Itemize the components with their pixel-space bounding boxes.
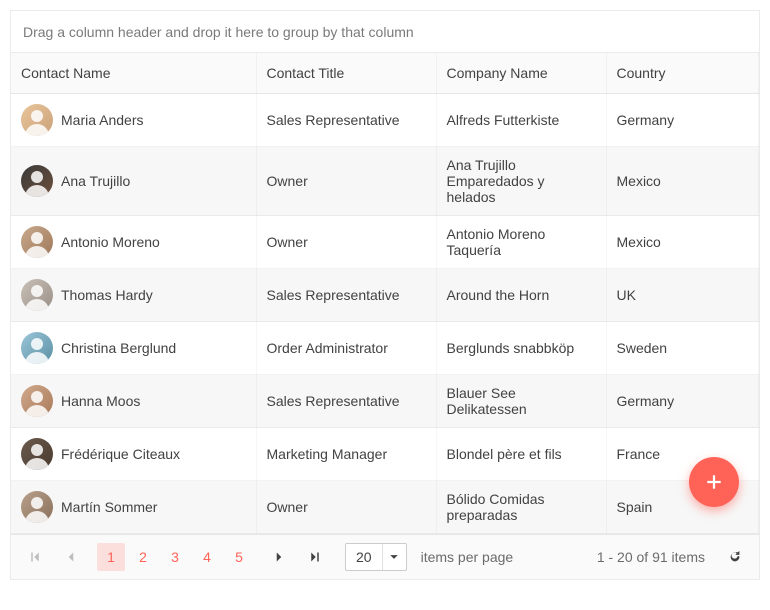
company-name-cell: Alfreds Futterkiste bbox=[436, 94, 606, 147]
contact-name-text: Martín Sommer bbox=[61, 499, 157, 515]
plus-icon bbox=[705, 473, 723, 491]
country-cell: Germany bbox=[606, 94, 759, 147]
avatar bbox=[21, 385, 53, 417]
avatar bbox=[21, 226, 53, 258]
items-per-page-label: items per page bbox=[421, 549, 514, 565]
avatar bbox=[21, 438, 53, 470]
column-header-contact-title[interactable]: Contact Title bbox=[256, 53, 436, 94]
company-name-cell: Berglunds snabbköp bbox=[436, 322, 606, 375]
chevron-down-icon bbox=[382, 544, 406, 570]
first-page-icon bbox=[29, 551, 41, 563]
table-row[interactable]: Martín Sommer OwnerBólido Comidas prepara… bbox=[11, 481, 759, 534]
avatar bbox=[21, 104, 53, 136]
pager-info-label: 1 - 20 of 91 items bbox=[597, 549, 705, 565]
avatar bbox=[21, 491, 53, 523]
column-header-country[interactable]: Country bbox=[606, 53, 759, 94]
contact-title-cell: Owner bbox=[256, 481, 436, 534]
contact-name-text: Antonio Moreno bbox=[61, 234, 160, 250]
country-cell: Mexico bbox=[606, 147, 759, 216]
pager-page-button[interactable]: 2 bbox=[129, 543, 157, 571]
contact-title-cell: Sales Representative bbox=[256, 375, 436, 428]
last-page-icon bbox=[309, 551, 321, 563]
pager-page-button[interactable]: 5 bbox=[225, 543, 253, 571]
grouping-hint-text: Drag a column header and drop it here to… bbox=[23, 24, 414, 40]
pager-last-button[interactable] bbox=[301, 543, 329, 571]
add-fab-button[interactable] bbox=[689, 457, 739, 507]
company-name-cell: Bólido Comidas preparadas bbox=[436, 481, 606, 534]
pager-refresh-button[interactable] bbox=[721, 543, 749, 571]
contact-name-text: Thomas Hardy bbox=[61, 287, 153, 303]
data-grid: Drag a column header and drop it here to… bbox=[10, 10, 760, 580]
pager-next-button[interactable] bbox=[265, 543, 293, 571]
contact-title-cell: Sales Representative bbox=[256, 94, 436, 147]
table-row[interactable]: Christina Berglund Order AdministratorBer… bbox=[11, 322, 759, 375]
company-name-cell: Blauer See Delikatessen bbox=[436, 375, 606, 428]
avatar bbox=[21, 332, 53, 364]
column-header-contact-name[interactable]: Contact Name bbox=[11, 53, 256, 94]
contact-name-text: Christina Berglund bbox=[61, 340, 176, 356]
pager-page-button[interactable]: 4 bbox=[193, 543, 221, 571]
avatar bbox=[21, 165, 53, 197]
pager-page-list: 12345 bbox=[97, 543, 253, 571]
pager-page-button[interactable]: 1 bbox=[97, 543, 125, 571]
contact-name-text: Maria Anders bbox=[61, 112, 143, 128]
table-row[interactable]: Antonio Moreno OwnerAntonio Moreno Taquer… bbox=[11, 216, 759, 269]
contact-title-cell: Sales Representative bbox=[256, 269, 436, 322]
chevron-left-icon bbox=[65, 551, 77, 563]
contact-title-cell: Owner bbox=[256, 147, 436, 216]
grid-table: Contact Name Contact Title Company Name … bbox=[11, 53, 759, 534]
chevron-right-icon bbox=[273, 551, 285, 563]
company-name-cell: Around the Horn bbox=[436, 269, 606, 322]
table-row[interactable]: Ana Trujillo OwnerAna Trujillo Emparedado… bbox=[11, 147, 759, 216]
contact-title-cell: Owner bbox=[256, 216, 436, 269]
pager-first-button[interactable] bbox=[21, 543, 49, 571]
column-header-company-name[interactable]: Company Name bbox=[436, 53, 606, 94]
pager-page-button[interactable]: 3 bbox=[161, 543, 189, 571]
table-row[interactable]: Thomas Hardy Sales RepresentativeAround t… bbox=[11, 269, 759, 322]
country-cell: UK bbox=[606, 269, 759, 322]
pager-prev-button[interactable] bbox=[57, 543, 85, 571]
page-size-dropdown[interactable]: 20 bbox=[345, 543, 407, 571]
country-cell: Mexico bbox=[606, 216, 759, 269]
contact-name-text: Hanna Moos bbox=[61, 393, 140, 409]
refresh-icon bbox=[728, 550, 742, 564]
contact-title-cell: Marketing Manager bbox=[256, 428, 436, 481]
contact-name-text: Frédérique Citeaux bbox=[61, 446, 180, 462]
contact-name-text: Ana Trujillo bbox=[61, 173, 130, 189]
company-name-cell: Blondel père et fils bbox=[436, 428, 606, 481]
country-cell: Sweden bbox=[606, 322, 759, 375]
pager: 12345 20 items per page 1 - 20 of 91 ite… bbox=[11, 534, 759, 579]
company-name-cell: Antonio Moreno Taquería bbox=[436, 216, 606, 269]
table-row[interactable]: Maria Anders Sales RepresentativeAlfreds … bbox=[11, 94, 759, 147]
avatar bbox=[21, 279, 53, 311]
table-row[interactable]: Frédérique Citeaux Marketing ManagerBlond… bbox=[11, 428, 759, 481]
page-size-value: 20 bbox=[346, 549, 382, 565]
contact-title-cell: Order Administrator bbox=[256, 322, 436, 375]
company-name-cell: Ana Trujillo Emparedados y helados bbox=[436, 147, 606, 216]
grouping-drop-area[interactable]: Drag a column header and drop it here to… bbox=[11, 11, 759, 53]
table-row[interactable]: Hanna Moos Sales RepresentativeBlauer See… bbox=[11, 375, 759, 428]
country-cell: Germany bbox=[606, 375, 759, 428]
